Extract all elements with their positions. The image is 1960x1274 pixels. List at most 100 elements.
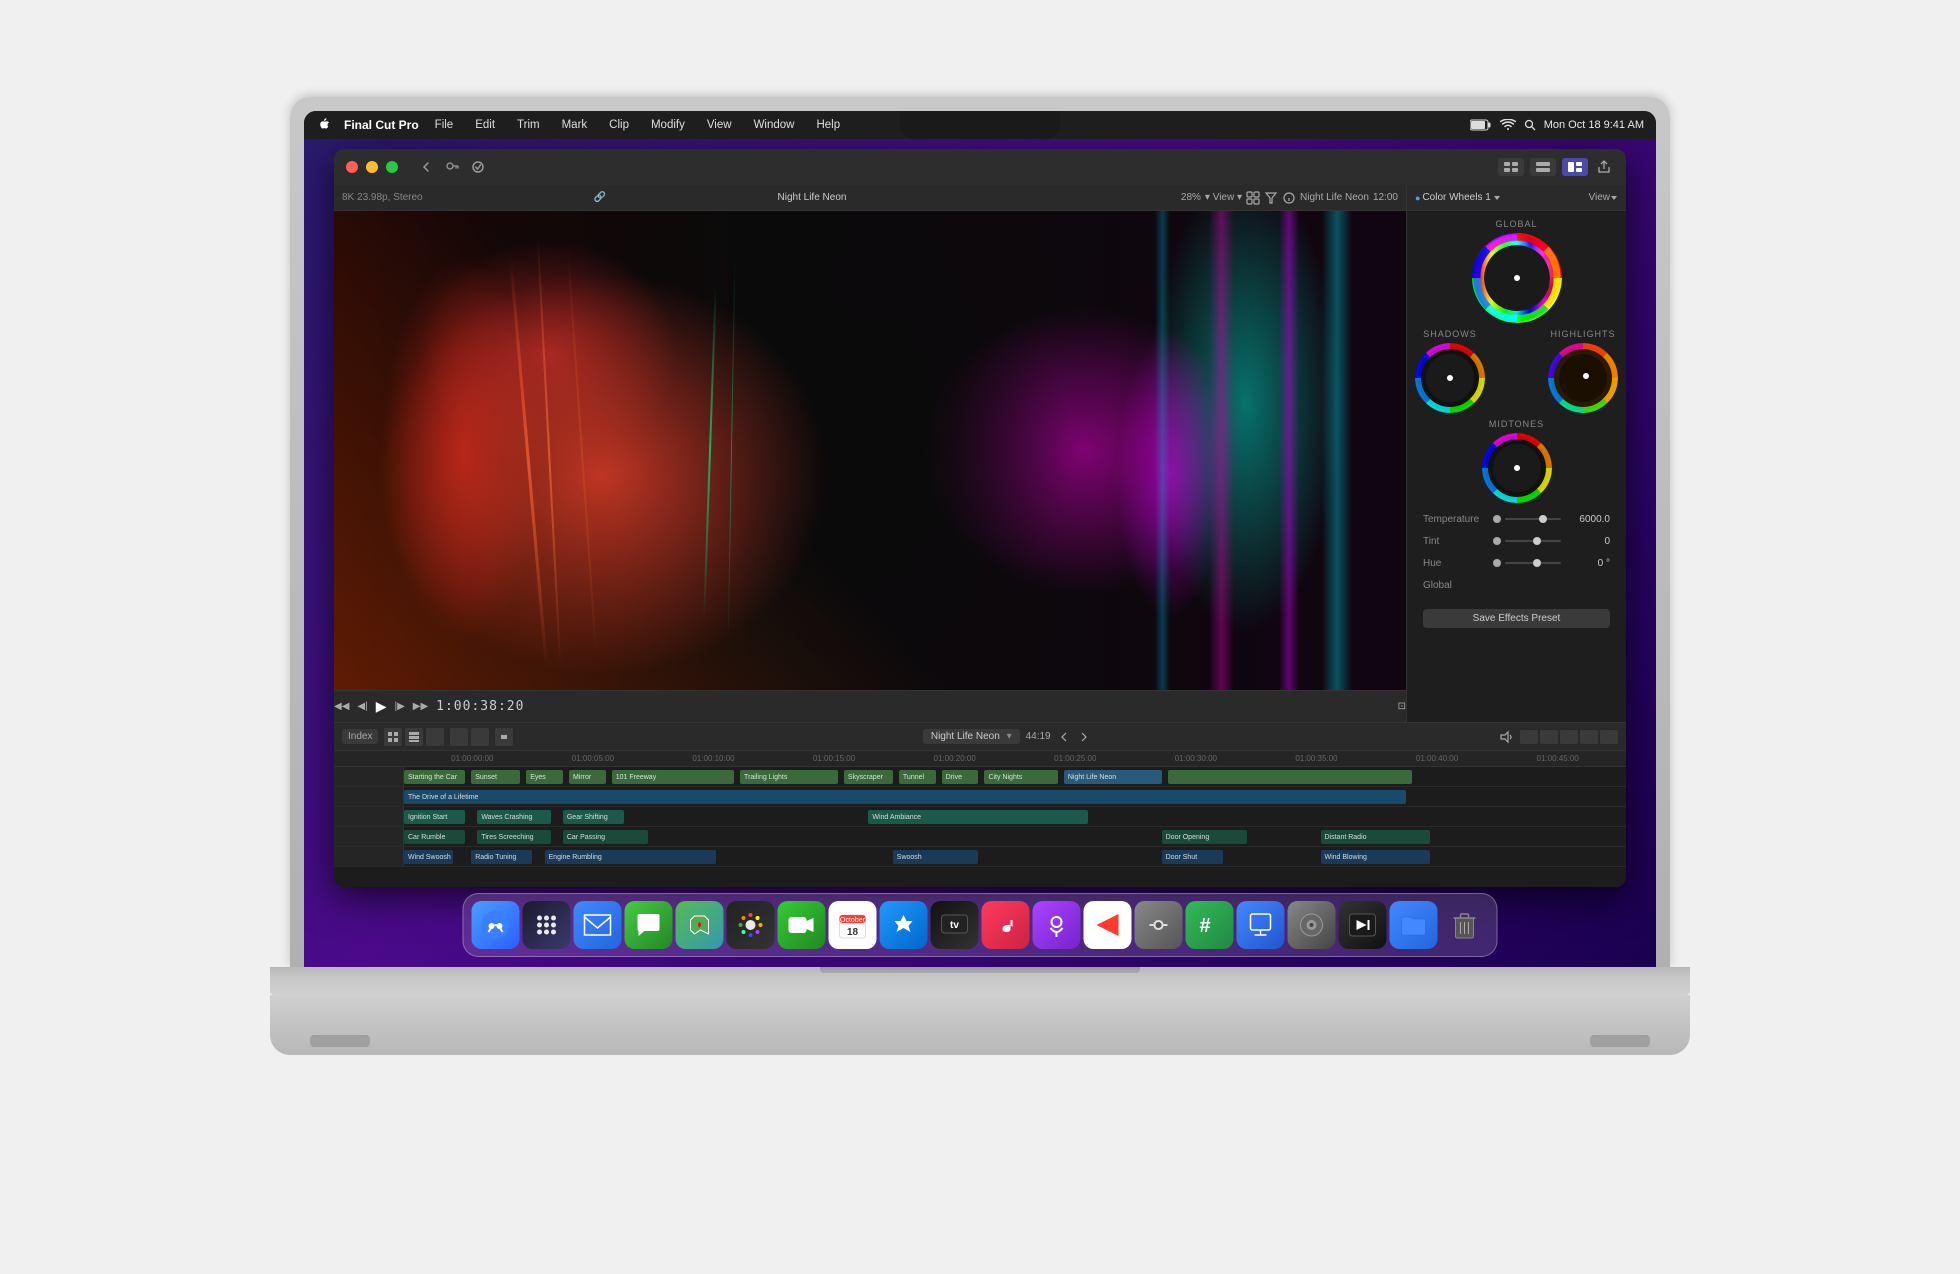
menu-mark[interactable]: Mark xyxy=(556,117,594,133)
menu-clip[interactable]: Clip xyxy=(603,117,635,133)
dock-launchpad[interactable] xyxy=(523,901,571,949)
share-icon[interactable] xyxy=(1594,157,1614,177)
dock-finder[interactable] xyxy=(472,901,520,949)
clip-tires[interactable]: Tires Screeching xyxy=(477,830,550,844)
clip-skyscraper[interactable]: Skyscraper xyxy=(844,770,893,784)
dock-tv[interactable]: tv xyxy=(931,901,979,949)
dock-keynote[interactable] xyxy=(1237,901,1285,949)
tl-r1[interactable] xyxy=(1520,730,1538,744)
clip-engine-rumbling[interactable]: Engine Rumbling xyxy=(545,850,716,864)
dock-mail[interactable] xyxy=(574,901,622,949)
dock-calendar[interactable]: 18October xyxy=(829,901,877,949)
tl-prev-icon[interactable] xyxy=(1057,730,1071,744)
clip-car-passing[interactable]: Car Passing xyxy=(563,830,649,844)
menu-window[interactable]: Window xyxy=(748,117,801,133)
clip-trailing-lights[interactable]: Trailing Lights xyxy=(740,770,838,784)
clip-door-shut[interactable]: Door Shut xyxy=(1162,850,1223,864)
maximize-button[interactable] xyxy=(386,161,398,173)
tl-r4[interactable] xyxy=(1580,730,1598,744)
clip-city-nights[interactable]: City Nights xyxy=(984,770,1057,784)
tl-r5[interactable] xyxy=(1600,730,1618,744)
clip-sunset[interactable]: Sunset xyxy=(471,770,520,784)
tl-icon-1[interactable] xyxy=(384,728,402,746)
close-button[interactable] xyxy=(346,161,358,173)
dock-music[interactable] xyxy=(982,901,1030,949)
clip-ignition[interactable]: Ignition Start xyxy=(404,810,465,824)
temp-slider[interactable] xyxy=(1505,518,1561,520)
clip-car-rumble[interactable]: Car Rumble xyxy=(404,830,465,844)
menu-view[interactable]: View xyxy=(701,117,738,133)
check-icon[interactable] xyxy=(468,157,488,177)
tl-next-icon[interactable] xyxy=(1077,730,1091,744)
dock-messages[interactable] xyxy=(625,901,673,949)
clip-door-opening[interactable]: Door Opening xyxy=(1162,830,1248,844)
volume-icon[interactable] xyxy=(1500,730,1514,744)
layout-btn-2[interactable] xyxy=(1530,158,1556,176)
menu-help[interactable]: Help xyxy=(810,117,846,133)
key-icon[interactable] xyxy=(442,157,462,177)
dock-maps[interactable] xyxy=(676,901,724,949)
clip-wind-blowing[interactable]: Wind Blowing xyxy=(1321,850,1431,864)
rewind-btn[interactable]: ◀◀ xyxy=(334,701,349,712)
clip-radio-tuning[interactable]: Radio Tuning xyxy=(471,850,532,864)
dock-settings[interactable] xyxy=(1135,901,1183,949)
ffwd-btn[interactable]: ▶▶ xyxy=(413,701,428,712)
midtones-color-wheel[interactable] xyxy=(1482,433,1552,503)
info-circle-icon[interactable] xyxy=(1282,191,1296,205)
layout-btn-1[interactable] xyxy=(1498,158,1524,176)
dock-facetime[interactable] xyxy=(778,901,826,949)
clip-waves[interactable]: Waves Crashing xyxy=(477,810,550,824)
clip-swoosh[interactable]: Swoosh xyxy=(893,850,979,864)
clip-101freeway[interactable]: 101 Freeway xyxy=(612,770,734,784)
dock-photos[interactable] xyxy=(727,901,775,949)
menu-edit[interactable]: Edit xyxy=(469,117,501,133)
play-btn[interactable]: ▶ xyxy=(376,698,387,715)
clip-drive[interactable]: Drive xyxy=(942,770,979,784)
view-options-icon[interactable] xyxy=(1246,191,1260,205)
clip-drive-lifetime[interactable]: The Drive of a Lifetime xyxy=(404,790,1406,804)
shadows-color-wheel[interactable] xyxy=(1415,343,1485,413)
color-view-btn[interactable]: View xyxy=(1589,192,1611,203)
video-preview[interactable] xyxy=(334,211,1406,690)
dock-system-prefs[interactable] xyxy=(1288,901,1336,949)
save-effects-preset-btn[interactable]: Save Effects Preset xyxy=(1423,609,1610,628)
menu-trim[interactable]: Trim xyxy=(511,117,546,133)
app-name[interactable]: Final Cut Pro xyxy=(344,118,419,132)
fullscreen-btn[interactable]: ⊡ xyxy=(1398,701,1406,712)
highlights-color-wheel[interactable] xyxy=(1548,343,1618,413)
tl-icon-3[interactable] xyxy=(426,728,444,746)
layout-btn-3[interactable] xyxy=(1562,158,1588,176)
tl-r3[interactable] xyxy=(1560,730,1578,744)
view-chevron-icon[interactable] xyxy=(1610,194,1618,202)
tl-r2[interactable] xyxy=(1540,730,1558,744)
clip-mirror[interactable]: Mirror xyxy=(569,770,606,784)
chevron-down-icon[interactable] xyxy=(1493,194,1501,202)
dock-final-cut[interactable] xyxy=(1339,901,1387,949)
clip-wind-ambiance[interactable]: Wind Ambiance xyxy=(868,810,1088,824)
global-color-wheel[interactable] xyxy=(1472,233,1562,323)
tl-zoom-in[interactable] xyxy=(450,728,468,746)
clip-tunnel[interactable]: Tunnel xyxy=(899,770,936,784)
tint-slider[interactable] xyxy=(1505,540,1561,542)
filter-icon[interactable] xyxy=(1264,191,1278,205)
hue-slider[interactable] xyxy=(1505,562,1561,564)
search-icon[interactable] xyxy=(1524,119,1536,131)
index-btn[interactable]: Index xyxy=(342,729,378,744)
step-fwd-btn[interactable]: |▶ xyxy=(394,701,404,712)
tl-icon-2[interactable] xyxy=(405,728,423,746)
clip-night-life-neon[interactable]: Night Life Neon xyxy=(1064,770,1162,784)
dock-podcasts[interactable] xyxy=(1033,901,1081,949)
clip-gear[interactable]: Gear Shifting xyxy=(563,810,624,824)
dock-trash[interactable] xyxy=(1441,901,1489,949)
tl-zoom-out[interactable] xyxy=(471,728,489,746)
back-icon[interactable] xyxy=(416,157,436,177)
menu-modify[interactable]: Modify xyxy=(645,117,691,133)
tl-clip-icon[interactable] xyxy=(495,728,513,746)
clip-eyes[interactable]: Eyes xyxy=(526,770,563,784)
clip-starting-car[interactable]: Starting the Car xyxy=(404,770,465,784)
clip-distant-radio[interactable]: Distant Radio xyxy=(1321,830,1431,844)
minimize-button[interactable] xyxy=(366,161,378,173)
step-back-btn[interactable]: ◀| xyxy=(357,701,367,712)
clip-extra[interactable] xyxy=(1168,770,1412,784)
dock-app-store[interactable] xyxy=(880,901,928,949)
